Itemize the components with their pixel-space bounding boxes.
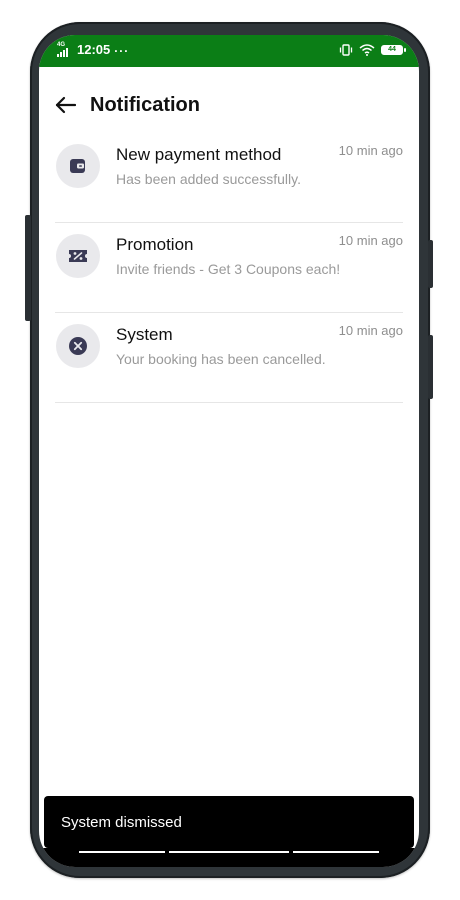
battery-icon: 44 (381, 45, 406, 55)
notification-item[interactable]: Promotion 10 min ago Invite friends - Ge… (55, 223, 403, 313)
coupon-icon (56, 234, 100, 278)
phone-volume-button (428, 240, 433, 288)
wallet-icon (56, 144, 100, 188)
signal-icon: 4G (57, 42, 73, 57)
notification-time: 10 min ago (338, 323, 403, 338)
snackbar-message: System dismissed (61, 814, 182, 831)
notification-body: Has been added successfully. (116, 171, 301, 187)
nav-indicator (169, 851, 289, 853)
phone-power-button (428, 335, 433, 399)
nav-indicator (79, 851, 165, 853)
status-right: 44 (339, 44, 406, 56)
notification-list: New payment method 10 min ago Has been a… (55, 133, 403, 403)
status-time: 12:05 (77, 42, 111, 57)
notification-item[interactable]: System 10 min ago Your booking has been … (55, 313, 403, 403)
notification-title: System (116, 325, 173, 344)
notification-title: New payment method (116, 145, 282, 164)
status-bar: 4G 12:05 ··· 44 (39, 35, 419, 67)
app-screen: 4G 12:05 ··· 44 Notification New payment… (39, 35, 419, 867)
arrow-left-icon (55, 96, 76, 114)
status-left: 4G 12:05 ··· (57, 42, 130, 58)
vibrate-icon (339, 44, 353, 56)
nav-indicator (293, 851, 379, 853)
notification-time: 10 min ago (338, 143, 403, 158)
notification-title: Promotion (116, 235, 194, 254)
battery-level: 44 (388, 46, 396, 53)
notification-time: 10 min ago (338, 233, 403, 248)
snackbar: System dismissed (44, 796, 414, 848)
status-more-icon: ··· (114, 44, 130, 58)
notification-item[interactable]: New payment method 10 min ago Has been a… (55, 133, 403, 223)
notification-body: Invite friends - Get 3 Coupons each! (116, 261, 341, 277)
cancel-circle-icon (56, 324, 100, 368)
notification-body: Your booking has been cancelled. (116, 351, 326, 367)
bottom-nav-bar (39, 848, 419, 867)
page-title: Notification (90, 94, 200, 116)
page-header: Notification (39, 91, 419, 121)
wifi-icon (359, 44, 375, 56)
phone-side-button (25, 215, 31, 321)
back-button[interactable] (51, 91, 79, 119)
